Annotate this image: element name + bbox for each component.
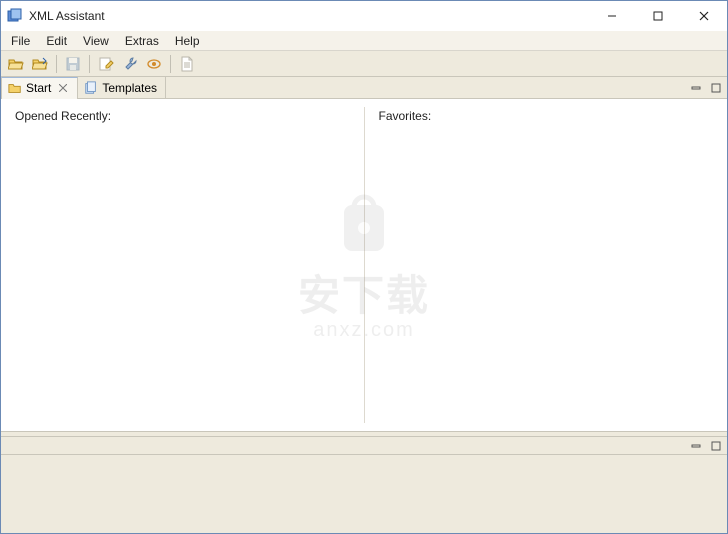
tab-templates-label: Templates bbox=[102, 81, 157, 95]
minimize-view-icon[interactable] bbox=[689, 81, 703, 95]
recent-pane: Opened Recently: bbox=[1, 99, 364, 431]
favorites-heading: Favorites: bbox=[379, 109, 714, 123]
tabbar-controls bbox=[685, 77, 727, 98]
document-icon[interactable] bbox=[176, 53, 198, 75]
bottom-panel-body bbox=[1, 455, 727, 533]
toolbar-separator bbox=[56, 55, 57, 73]
tab-templates[interactable]: Templates bbox=[78, 77, 166, 98]
app-window: XML Assistant File Edit View Extras Help bbox=[0, 0, 728, 534]
maximize-view-icon[interactable] bbox=[709, 439, 723, 453]
titlebar: XML Assistant bbox=[1, 1, 727, 31]
toolbar-separator bbox=[89, 55, 90, 73]
toolbar bbox=[1, 51, 727, 77]
bottom-tabbar bbox=[1, 437, 727, 455]
menu-edit[interactable]: Edit bbox=[38, 32, 75, 50]
folder-icon bbox=[8, 81, 22, 95]
maximize-button[interactable] bbox=[635, 1, 681, 31]
toolbar-separator bbox=[170, 55, 171, 73]
app-icon bbox=[7, 8, 23, 24]
bottom-panel bbox=[1, 437, 727, 533]
favorites-pane: Favorites: bbox=[365, 99, 728, 431]
minimize-button[interactable] bbox=[589, 1, 635, 31]
window-controls bbox=[589, 1, 727, 31]
main-content: Opened Recently: Favorites: 安下载 anxz.com bbox=[1, 99, 727, 431]
edit-page-icon[interactable] bbox=[95, 53, 117, 75]
window-title: XML Assistant bbox=[29, 9, 589, 23]
tab-start[interactable]: Start bbox=[1, 77, 78, 98]
templates-icon bbox=[84, 81, 98, 95]
close-icon[interactable] bbox=[57, 82, 69, 94]
recent-heading: Opened Recently: bbox=[15, 109, 350, 123]
maximize-view-icon[interactable] bbox=[709, 81, 723, 95]
menu-extras[interactable]: Extras bbox=[117, 32, 167, 50]
bottom-tabbar-controls bbox=[685, 437, 727, 454]
menubar: File Edit View Extras Help bbox=[1, 31, 727, 51]
menu-view[interactable]: View bbox=[75, 32, 117, 50]
menu-help[interactable]: Help bbox=[167, 32, 208, 50]
save-icon bbox=[62, 53, 84, 75]
wrench-icon[interactable] bbox=[119, 53, 141, 75]
tabbar-spacer bbox=[166, 77, 685, 98]
eye-icon[interactable] bbox=[143, 53, 165, 75]
menu-file[interactable]: File bbox=[3, 32, 38, 50]
tabbar: Start Templates bbox=[1, 77, 727, 99]
open-folder-alt-icon[interactable] bbox=[29, 53, 51, 75]
minimize-view-icon[interactable] bbox=[689, 439, 703, 453]
close-button[interactable] bbox=[681, 1, 727, 31]
tab-start-label: Start bbox=[26, 81, 51, 95]
open-folder-icon[interactable] bbox=[5, 53, 27, 75]
